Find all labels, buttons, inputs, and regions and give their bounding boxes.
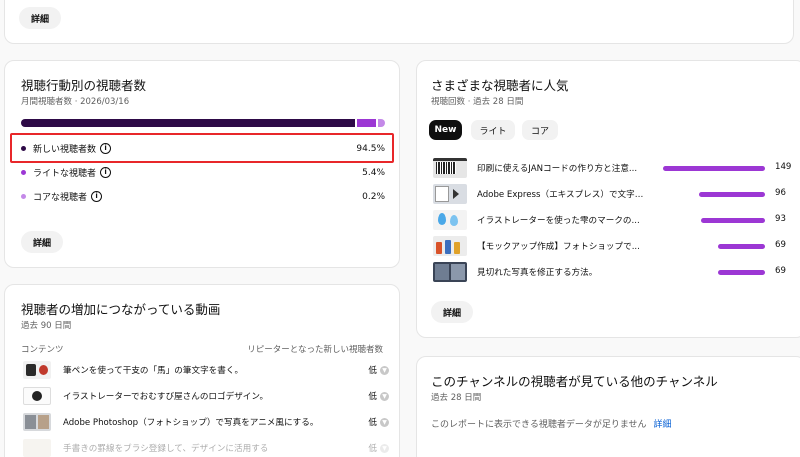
dot-light: [21, 170, 26, 175]
details-link[interactable]: 詳細: [653, 420, 671, 430]
view-count: 149: [775, 162, 792, 172]
row-value: 5.4%: [362, 168, 385, 178]
tab-core[interactable]: コア: [522, 120, 558, 140]
segment-light: [356, 119, 376, 127]
video-thumbnail: [23, 361, 51, 379]
video-title: 手書きの罫線をブラシ登録して、デザインに活用する: [63, 444, 269, 454]
row-value: 94.5%: [356, 144, 385, 154]
view-count: 69: [775, 266, 786, 276]
empty-message: このレポートに表示できる視聴者データが足りません 詳細: [431, 417, 671, 430]
video-thumbnail: [23, 439, 51, 457]
card-subtitle: 過去 90 日間: [21, 321, 72, 331]
video-row[interactable]: イラストレーターでおむすび屋さんのロゴデザイン。 低 ▼: [23, 385, 389, 407]
segment-new: [21, 119, 355, 127]
growth-card: 視聴者の増加につながっている動画 過去 90 日間 コンテンツ リピーターとなっ…: [4, 284, 400, 457]
trend-icon: ▼: [380, 417, 389, 427]
video-row[interactable]: Adobe Photoshop（フォトショップ）で写真をアニメ風にする。 低 ▼: [23, 411, 389, 433]
view-count: 96: [775, 188, 786, 198]
video-row[interactable]: 手書きの罫線をブラシ登録して、デザインに活用する 低 ▼: [23, 437, 389, 457]
info-icon[interactable]: i: [91, 191, 103, 202]
view-bar: [717, 244, 765, 249]
view-bar: [717, 270, 765, 275]
card-title: このチャンネルの視聴者が見ている他のチャンネル: [431, 374, 718, 389]
view-bar: [699, 192, 765, 197]
view-bar: [701, 218, 765, 223]
details-button[interactable]: 詳細: [21, 231, 63, 253]
popular-card: さまざまな視聴者に人気 視聴回数 · 過去 28 日間 New ライト コア 印…: [416, 60, 800, 338]
video-thumbnail: [433, 236, 467, 256]
video-title: Adobe Photoshop（フォトショップ）で写真をアニメ風にする。: [63, 418, 319, 428]
details-button[interactable]: 詳細: [19, 7, 61, 29]
video-title: 見切れた写真を修正する方法。: [477, 268, 598, 278]
card-subtitle: 月間視聴者数 · 2026/03/16: [21, 97, 130, 107]
row-value: 0.2%: [362, 192, 385, 202]
level-value: 低: [368, 444, 377, 454]
level-value: 低: [368, 392, 377, 402]
segment-core: [377, 119, 385, 127]
view-bar: [663, 166, 765, 171]
card-subtitle: 過去 28 日間: [431, 393, 482, 403]
info-icon[interactable]: i: [100, 167, 112, 178]
video-title: イラストレーターでおむすび屋さんのロゴデザイン。: [63, 392, 269, 402]
video-title: Adobe Express（エキスプレス）で文字を...: [477, 190, 647, 200]
dot-core: [21, 194, 26, 199]
info-icon[interactable]: i: [100, 143, 112, 154]
row-label: ライトな視聴者: [33, 169, 97, 179]
video-title: 印刷に使えるJANコードの作り方と注意...: [477, 164, 638, 174]
empty-message-text: このレポートに表示できる視聴者データが足りません: [431, 420, 647, 430]
video-row[interactable]: 筆ペンを使って干支の「馬」の筆文字を書く。 低 ▼: [23, 359, 389, 381]
video-thumbnail: [23, 413, 51, 431]
dot-new: [21, 146, 26, 151]
video-title: イラストレーターを使った雫のマークの...: [477, 216, 640, 226]
other-channels-card: このチャンネルの視聴者が見ている他のチャンネル 過去 28 日間 このレポートに…: [416, 356, 800, 457]
video-thumbnail: [433, 262, 467, 282]
row-light-viewers: ライトな視聴者 i: [21, 166, 112, 179]
view-count: 69: [775, 240, 786, 250]
card-title: 視聴行動別の視聴者数: [21, 78, 147, 93]
video-thumbnail: [433, 210, 467, 230]
card-subtitle: 視聴回数 · 過去 28 日間: [431, 97, 524, 107]
row-label: 新しい視聴者数: [33, 145, 97, 155]
level-value: 低: [368, 418, 377, 428]
level-value: 低: [368, 366, 377, 376]
stacked-share-bar: [21, 119, 385, 127]
tab-light[interactable]: ライト: [471, 120, 515, 140]
video-title: 筆ペンを使って干支の「馬」の筆文字を書く。: [63, 366, 244, 376]
column-header-content: コンテンツ: [21, 345, 64, 355]
trend-icon: ▼: [380, 443, 389, 453]
view-count: 93: [775, 214, 786, 224]
column-header-new-viewers: リピーターとなった新しい視聴者数: [247, 345, 383, 355]
video-thumbnail: [433, 184, 467, 204]
trend-icon: ▼: [380, 365, 389, 375]
trend-icon: ▼: [380, 391, 389, 401]
video-thumbnail: [23, 387, 51, 405]
tab-new[interactable]: New: [429, 120, 462, 140]
row-label: コアな視聴者: [33, 193, 88, 203]
top-card: 詳細: [4, 0, 794, 44]
video-title: 【モックアップ作成】フォトショップで...: [477, 242, 640, 252]
card-title: さまざまな視聴者に人気: [431, 78, 569, 93]
behavior-card: 視聴行動別の視聴者数 月間視聴者数 · 2026/03/16 新しい視聴者数 i…: [4, 60, 400, 268]
video-thumbnail: [433, 158, 467, 178]
details-button[interactable]: 詳細: [431, 301, 473, 323]
row-core-viewers: コアな視聴者 i: [21, 190, 103, 203]
row-new-viewers: 新しい視聴者数 i: [21, 142, 112, 155]
card-title: 視聴者の増加につながっている動画: [21, 302, 221, 317]
